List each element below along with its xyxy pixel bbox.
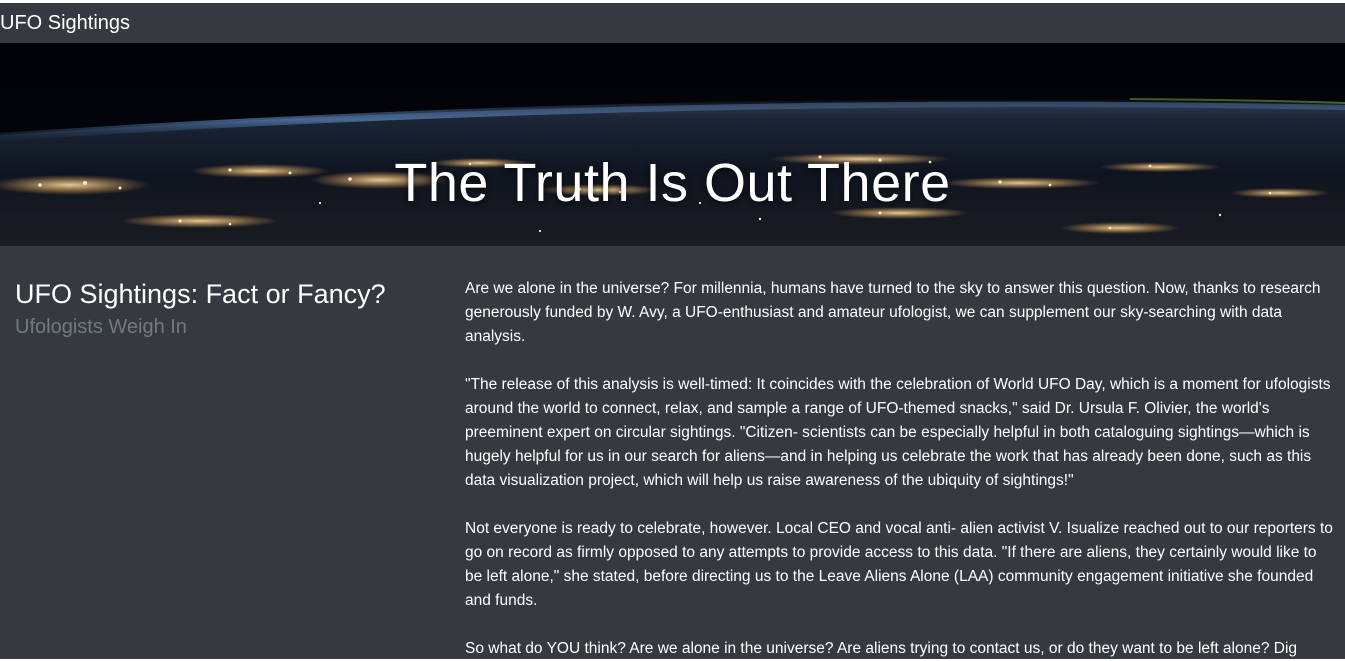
navbar: UFO Sightings: [0, 3, 1345, 43]
sidebar-subheading: Ufologists Weigh In: [15, 316, 187, 338]
article-paragraph: Are we alone in the universe? For millen…: [465, 280, 1321, 345]
navbar-brand-link[interactable]: UFO Sightings: [0, 12, 130, 34]
sidebar: UFO Sightings: Fact or Fancy? Ufologists…: [15, 276, 435, 342]
page: UFO Sightings The Truth Is Out There UFO…: [0, 0, 1345, 661]
sidebar-heading: UFO Sightings: Fact or Fancy?: [15, 279, 386, 309]
hero-banner: The Truth Is Out There: [0, 43, 1345, 246]
article-body: Are we alone in the universe? For millen…: [465, 277, 1337, 661]
earth-at-night-image: [0, 43, 1345, 246]
article-paragraph: Not everyone is ready to celebrate, howe…: [465, 520, 1333, 609]
hero-title: The Truth Is Out There: [394, 153, 951, 213]
article-paragraph: "The release of this analysis is well-ti…: [465, 376, 1331, 489]
article-paragraph: So what do YOU think? Are we alone in th…: [465, 640, 1298, 657]
